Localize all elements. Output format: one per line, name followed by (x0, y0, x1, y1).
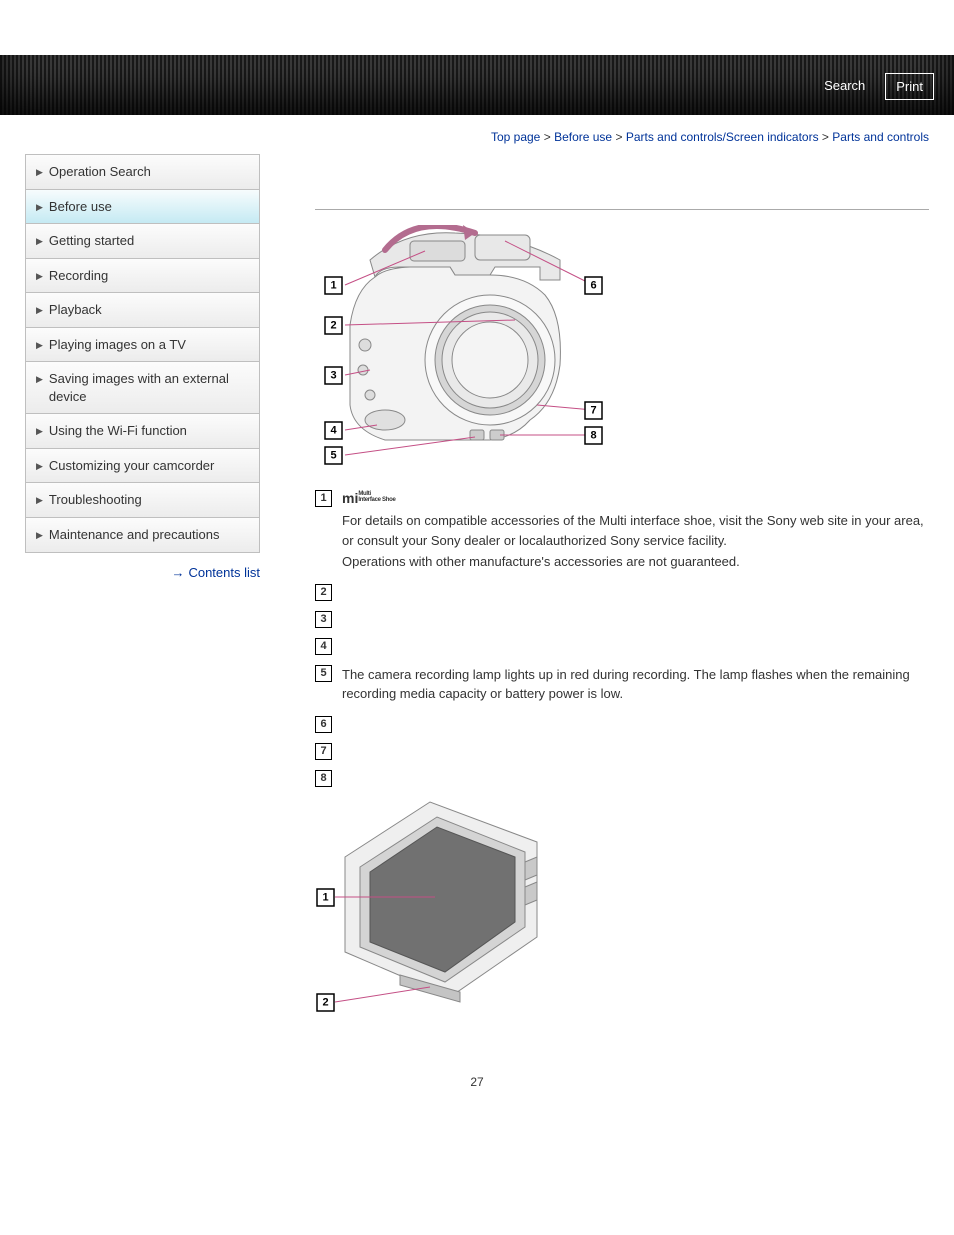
breadcrumb-sep: > (615, 130, 622, 144)
parts-item-1: 1 miMultiInterface Shoe For details on c… (315, 488, 929, 574)
sidebar-item-getting-started[interactable]: ▶ Getting started (26, 224, 259, 259)
parts-item-8: 8 (315, 768, 929, 787)
callout-4: 4 (330, 425, 337, 437)
sidebar-item-playing-images-tv[interactable]: ▶ Playing images on a TV (26, 328, 259, 363)
sidebar-item-operation-search[interactable]: ▶ Operation Search (26, 155, 259, 190)
chevron-right-icon: ▶ (36, 270, 43, 282)
item-number-box: 3 (315, 611, 332, 628)
sidebar-item-recording[interactable]: ▶ Recording (26, 259, 259, 294)
item-number-box: 8 (315, 770, 332, 787)
breadcrumb-sep: > (544, 130, 551, 144)
sidebar-item-maintenance-precautions[interactable]: ▶ Maintenance and precautions (26, 518, 259, 553)
parts-item-7: 7 (315, 741, 929, 760)
multi-interface-shoe-logo: miMultiInterface Shoe (342, 488, 929, 509)
chevron-right-icon: ▶ (36, 494, 43, 506)
breadcrumb-current[interactable]: Parts and controls (832, 130, 929, 144)
breadcrumb-top[interactable]: Top page (491, 130, 540, 144)
sidebar-item-before-use[interactable]: ▶ Before use (26, 190, 259, 225)
sidebar-item-label: Maintenance and precautions (49, 526, 220, 544)
breadcrumb-sep: > (822, 130, 829, 144)
item-number-box: 6 (315, 716, 332, 733)
camcorder-front-diagram: 1 2 3 4 5 6 7 (315, 225, 929, 468)
camcorder-lcd-diagram: 1 2 (315, 797, 929, 1015)
parts-item-6: 6 (315, 714, 929, 733)
item-1-text-1: For details on compatible accessories of… (342, 511, 929, 550)
item-1-text-2: Operations with other manufacture's acce… (342, 552, 929, 572)
callout-lcd-2: 2 (322, 996, 328, 1008)
item-5-text: The camera recording lamp lights up in r… (342, 665, 929, 704)
breadcrumb-cat2[interactable]: Parts and controls/Screen indicators (626, 130, 819, 144)
parts-item-3: 3 (315, 609, 929, 628)
sidebar-item-label: Playback (49, 301, 102, 319)
chevron-right-icon: ▶ (36, 373, 43, 385)
sidebar-item-label: Troubleshooting (49, 491, 142, 509)
item-number-box: 2 (315, 584, 332, 601)
parts-item-2: 2 (315, 582, 929, 601)
chevron-right-icon: ▶ (36, 339, 43, 351)
contents-list-link[interactable]: Contents list (188, 565, 260, 580)
callout-6: 6 (590, 280, 596, 292)
parts-item-4: 4 (315, 636, 929, 655)
print-button[interactable]: Print (885, 73, 934, 100)
sidebar-item-label: Recording (49, 267, 108, 285)
callout-8: 8 (590, 430, 596, 442)
chevron-right-icon: ▶ (36, 166, 43, 178)
item-number-box: 7 (315, 743, 332, 760)
header-bar: Search Print (0, 55, 954, 115)
chevron-right-icon: ▶ (36, 529, 43, 541)
callout-3: 3 (330, 370, 336, 382)
sidebar-item-troubleshooting[interactable]: ▶ Troubleshooting (26, 483, 259, 518)
sidebar-item-label: Getting started (49, 232, 134, 250)
main-content: 1 2 3 4 5 6 7 (260, 154, 929, 1035)
item-number-box: 1 (315, 490, 332, 507)
sidebar-item-label: Customizing your camcorder (49, 457, 214, 475)
sidebar-item-label: Playing images on a TV (49, 336, 186, 354)
search-button[interactable]: Search (814, 73, 875, 100)
callout-1: 1 (330, 280, 336, 292)
page-number: 27 (0, 1075, 954, 1089)
content-divider (315, 209, 929, 210)
breadcrumb-cat1[interactable]: Before use (554, 130, 612, 144)
item-number-box: 5 (315, 665, 332, 682)
callout-2: 2 (330, 320, 336, 332)
callout-lcd-1: 1 (322, 891, 328, 903)
sidebar-item-saving-images-external[interactable]: ▶ Saving images with an external device (26, 362, 259, 414)
sidebar: ▶ Operation Search ▶ Before use ▶ Gettin… (25, 154, 260, 1035)
item-number-box: 4 (315, 638, 332, 655)
sidebar-item-label: Operation Search (49, 163, 151, 181)
sidebar-item-label: Saving images with an external device (49, 370, 249, 405)
sidebar-item-customizing-camcorder[interactable]: ▶ Customizing your camcorder (26, 449, 259, 484)
chevron-right-icon: ▶ (36, 201, 43, 213)
sidebar-item-playback[interactable]: ▶ Playback (26, 293, 259, 328)
breadcrumb: Top page > Before use > Parts and contro… (0, 115, 954, 154)
parts-item-5: 5 The camera recording lamp lights up in… (315, 663, 929, 706)
chevron-right-icon: ▶ (36, 425, 43, 437)
arrow-right-icon: → (171, 565, 184, 580)
chevron-right-icon: ▶ (36, 304, 43, 316)
sidebar-item-wifi-function[interactable]: ▶ Using the Wi-Fi function (26, 414, 259, 449)
chevron-right-icon: ▶ (36, 460, 43, 472)
callout-7: 7 (590, 405, 596, 417)
chevron-right-icon: ▶ (36, 235, 43, 247)
sidebar-item-label: Before use (49, 198, 112, 216)
callout-5: 5 (330, 450, 336, 462)
sidebar-item-label: Using the Wi-Fi function (49, 422, 187, 440)
